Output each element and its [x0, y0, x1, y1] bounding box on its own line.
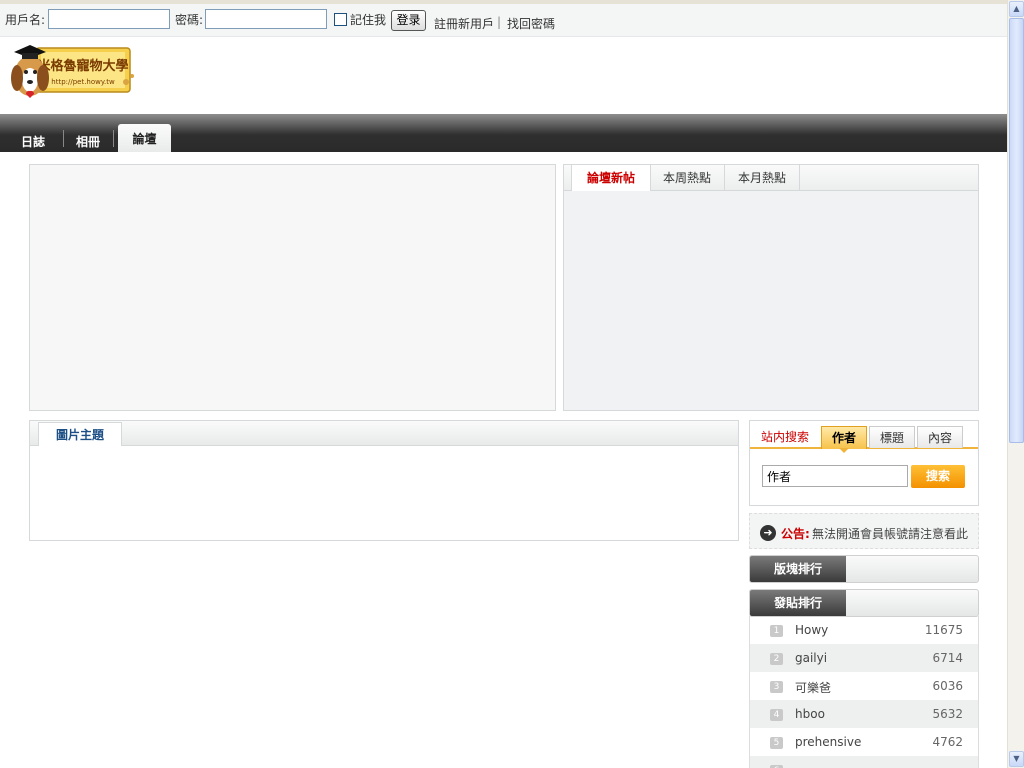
login-button[interactable]: 登录 — [391, 10, 426, 31]
rank-user[interactable]: Howy — [795, 623, 828, 637]
rank-number: 5 — [770, 737, 783, 749]
search-title: 站内搜索 — [761, 430, 810, 444]
site-search: 站内搜索 作者 標題 內容 搜索 — [749, 420, 979, 506]
password-input[interactable] — [205, 9, 327, 29]
scrollbar-thumb[interactable] — [1009, 18, 1024, 443]
main-nav: 日誌 相冊 論壇 — [0, 114, 1007, 152]
tab-weekly-hot[interactable]: 本周熱點 — [650, 165, 725, 190]
link-separator: | — [497, 15, 502, 29]
logo-url: http://pet.howy.tw — [51, 78, 115, 86]
featured-panel — [29, 164, 556, 411]
beagle-logo-icon: 米格魯寵物大學 http://pet.howy.tw — [11, 45, 134, 98]
announcement[interactable]: ➜ 公告: 無法開通會員帳號請注意看此 — [749, 513, 979, 549]
tab-monthly-hot[interactable]: 本月熱點 — [725, 165, 800, 190]
nav-divider — [113, 130, 114, 147]
scroll-up-icon[interactable]: ▲ — [1009, 1, 1024, 17]
ranking-row: 5 prehensive 4762 — [750, 728, 978, 756]
rank-user[interactable]: prehensive — [795, 735, 861, 749]
ranking-row: 1 Howy 11675 — [750, 616, 978, 644]
board-ranking-title: 版塊排行 — [750, 556, 846, 582]
rank-user[interactable]: gailyi — [795, 651, 827, 665]
forum-posts-panel: 論壇新帖 本周熱點 本月熱點 — [563, 164, 979, 411]
rank-number: 1 — [770, 625, 783, 637]
remember-label: 記住我 — [350, 13, 387, 27]
picture-topics-panel: 圖片主題 — [29, 420, 739, 541]
post-ranking-header: 發貼排行 — [749, 589, 979, 617]
username-input[interactable] — [48, 9, 170, 29]
rank-count: 6036 — [932, 679, 963, 693]
remember-checkbox[interactable] — [334, 13, 347, 26]
rank-number: 3 — [770, 681, 783, 693]
rank-count: 6714 — [932, 651, 963, 665]
forum-tabs: 論壇新帖 本周熱點 本月熱點 — [564, 165, 978, 191]
register-link[interactable]: 註冊新用戶 — [434, 15, 494, 32]
announcement-label: 公告: — [781, 527, 810, 541]
site-logo[interactable]: 米格魯寵物大學 http://pet.howy.tw — [8, 42, 136, 104]
picture-tabs: 圖片主題 — [30, 421, 738, 446]
nav-divider — [63, 130, 64, 147]
rank-count: 11675 — [924, 623, 963, 637]
logo-title: 米格魯寵物大學 — [37, 58, 128, 74]
rank-user[interactable]: hboo — [795, 707, 825, 721]
arrow-right-circle-icon: ➜ — [760, 525, 776, 541]
board-ranking-header: 版塊排行 — [749, 555, 979, 583]
tab-new-posts[interactable]: 論壇新帖 — [571, 165, 651, 191]
search-tab-content[interactable]: 內容 — [917, 426, 963, 448]
tab-blog[interactable]: 日誌 — [21, 132, 45, 152]
ranking-row: 4 hboo 5632 — [750, 700, 978, 728]
login-bar: 用戶名: 密碼: 記住我 登录 註冊新用戶 | 找回密碼 — [0, 0, 1007, 37]
search-tab-author[interactable]: 作者 — [821, 426, 867, 449]
tab-picture-topics[interactable]: 圖片主題 — [38, 422, 122, 446]
ranking-row: 3 可樂爸 6036 — [750, 672, 978, 700]
search-tab-title[interactable]: 標題 — [869, 426, 915, 448]
vertical-scrollbar[interactable]: ▲ ▼ — [1007, 0, 1024, 768]
post-ranking-title: 發貼排行 — [750, 590, 846, 616]
tab-forum[interactable]: 論壇 — [118, 124, 171, 152]
announcement-text[interactable]: 無法開通會員帳號請注意看此 — [812, 525, 968, 542]
password-label: 密碼: — [175, 13, 204, 27]
scroll-down-icon[interactable]: ▼ — [1009, 751, 1024, 767]
username-label: 用戶名: — [5, 13, 46, 27]
search-input[interactable] — [762, 465, 908, 487]
forgot-password-link[interactable]: 找回密碼 — [507, 15, 555, 32]
active-tab-arrow-icon — [839, 448, 849, 453]
ranking-row: 6 — [750, 756, 978, 768]
search-button[interactable]: 搜索 — [911, 465, 965, 488]
rank-number: 2 — [770, 653, 783, 665]
rank-user[interactable]: 可樂爸 — [795, 679, 831, 696]
rank-count: 5632 — [932, 707, 963, 721]
ranking-row: 2 gailyi 6714 — [750, 644, 978, 672]
post-ranking-list: 1 Howy 11675 2 gailyi 6714 3 可樂爸 6036 4 … — [749, 616, 979, 768]
rank-number: 4 — [770, 709, 783, 721]
rank-count: 4762 — [932, 735, 963, 749]
tab-album[interactable]: 相冊 — [76, 132, 100, 152]
